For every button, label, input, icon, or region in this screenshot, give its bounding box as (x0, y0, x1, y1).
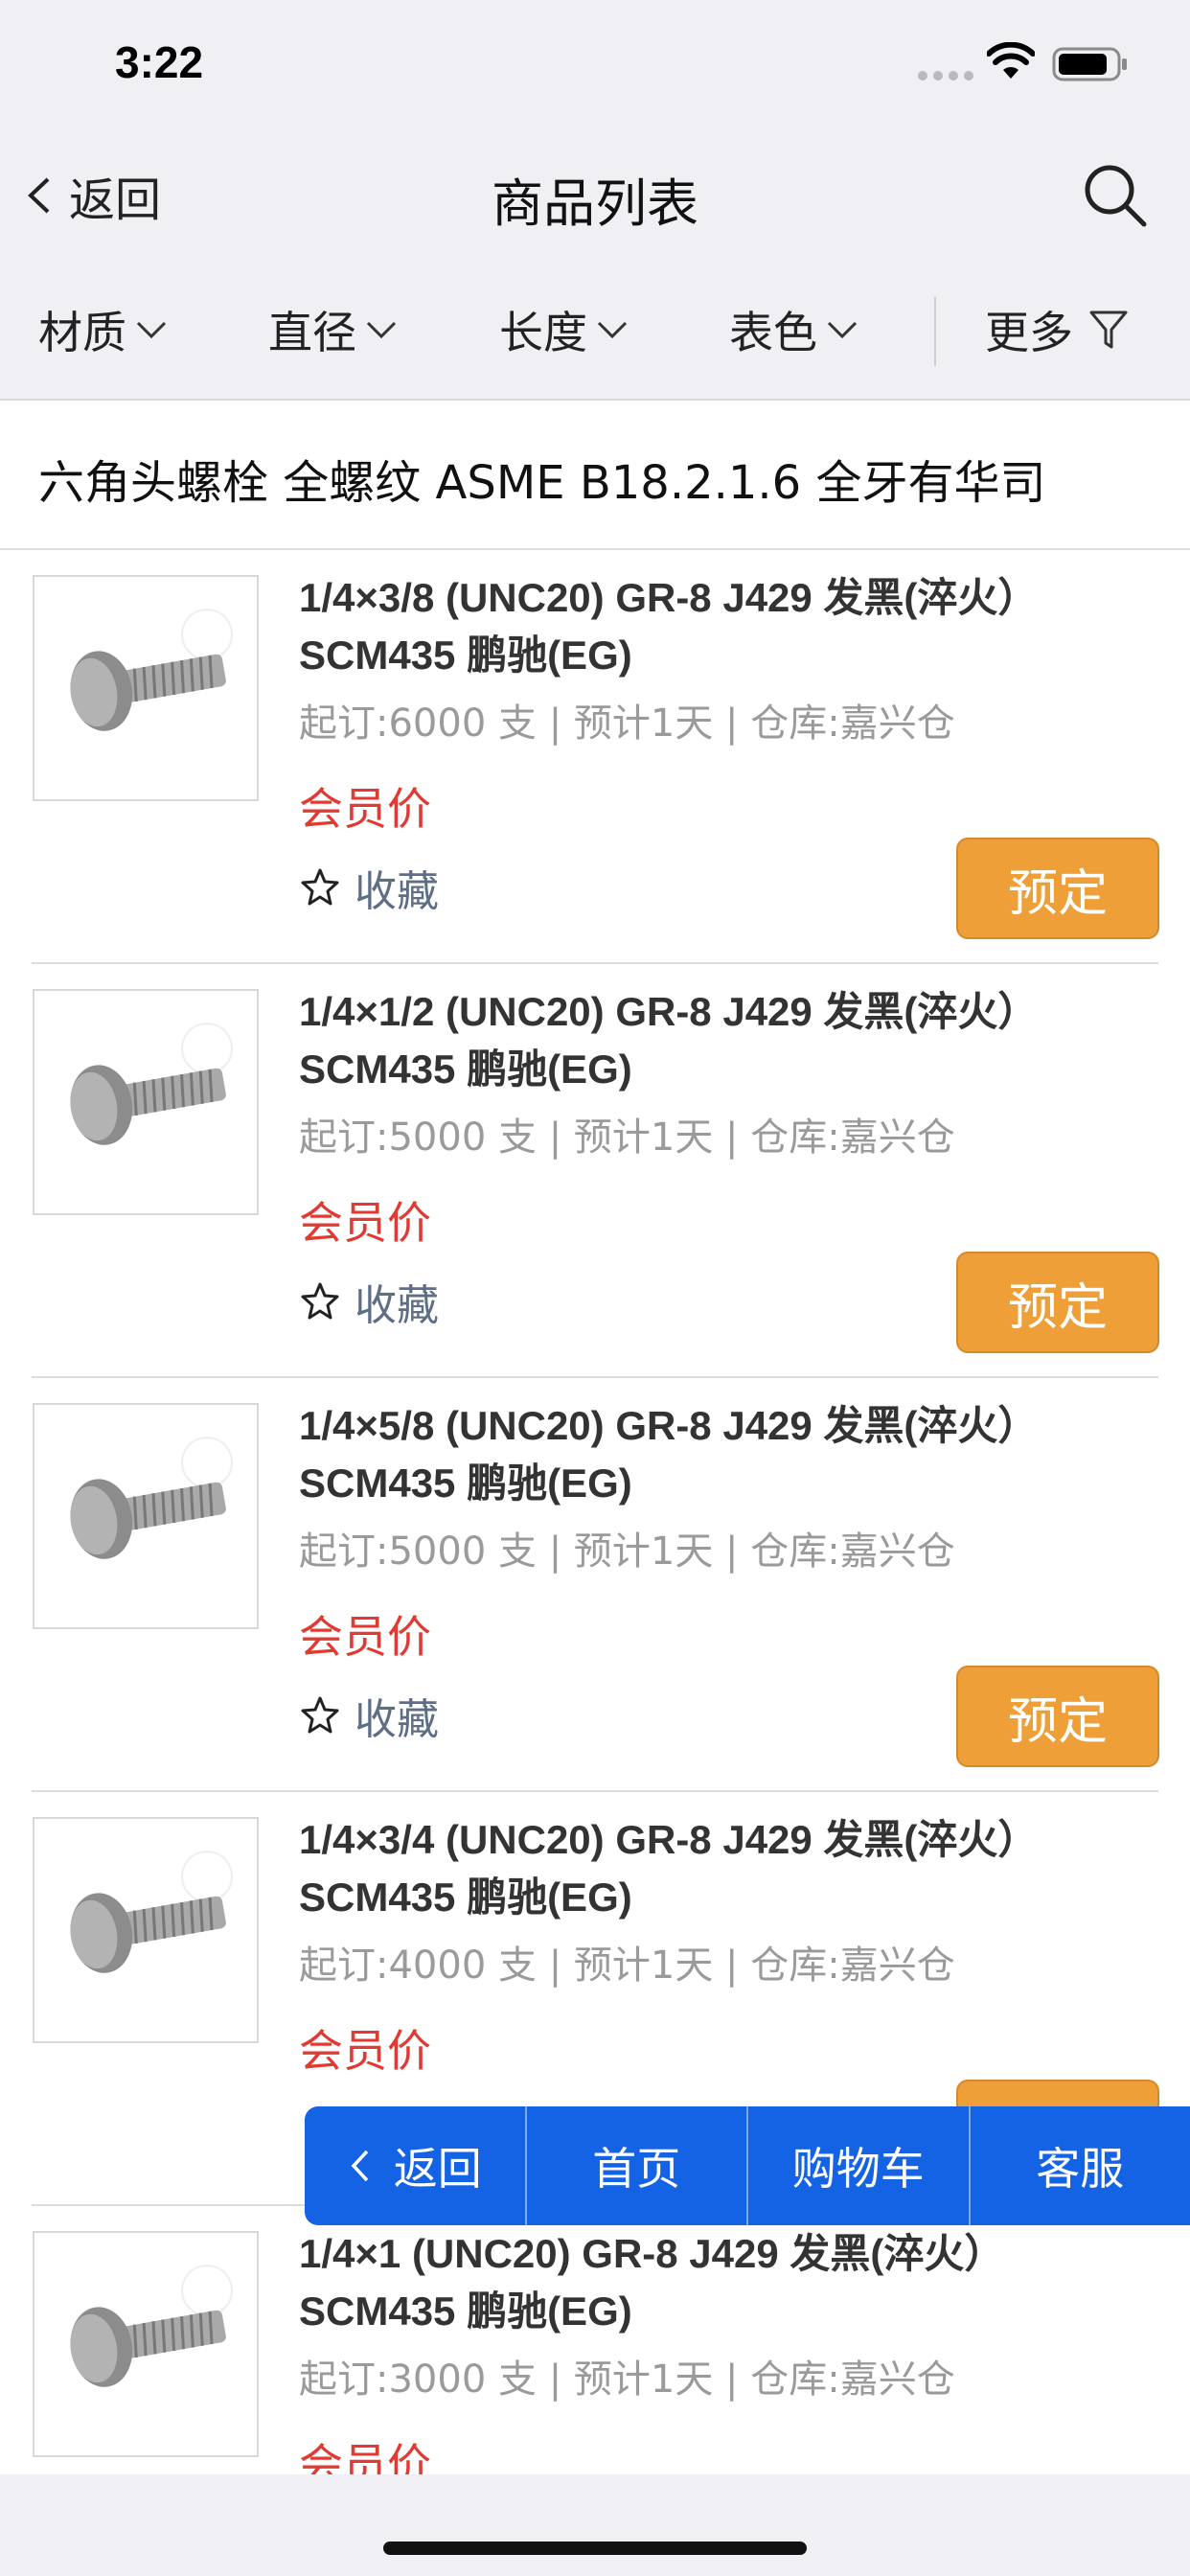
filter-surface-color[interactable]: 表色 (729, 301, 859, 358)
product-name[interactable]: 1/4×3/8 (UNC20) GR-8 J429 发黑(淬火）SCM435 鹏… (299, 569, 1094, 684)
reserve-button[interactable]: 预定 (956, 1666, 1159, 1767)
product-name[interactable]: 1/4×1 (UNC20) GR-8 J429 发黑(淬火）SCM435 鹏驰(… (299, 2225, 1094, 2340)
hex-bolt-icon (70, 2265, 233, 2387)
cellular-signal-icon (918, 71, 973, 80)
favorite-button[interactable]: 收藏 (299, 1687, 439, 1744)
member-price: 会员价 (299, 1197, 431, 1249)
product-image[interactable] (33, 2231, 259, 2457)
favorite-label: 收藏 (355, 867, 439, 916)
floating-nav: 返回 首页 购物车 客服 (305, 2106, 1190, 2225)
product-image[interactable] (33, 1403, 259, 1629)
product-image[interactable] (33, 575, 259, 801)
filter-material[interactable]: 材质 (38, 301, 169, 358)
float-home-button[interactable]: 首页 (524, 2106, 747, 2225)
product-item[interactable]: 1/4×3/8 (UNC20) GR-8 J429 发黑(淬火）SCM435 鹏… (0, 550, 1190, 964)
chevron-down-icon (827, 321, 858, 339)
chevron-down-icon (597, 321, 628, 339)
star-icon (301, 1282, 339, 1320)
page-title: 商品列表 (492, 173, 698, 234)
chevron-down-icon (366, 321, 397, 339)
category-header: 六角头螺栓 全螺纹 ASME B18.2.1.6 全牙有华司 (0, 401, 1190, 550)
product-meta: 起订:5000 支 | 预计1天 | 仓库:嘉兴仓 (299, 1116, 955, 1160)
more-filters-button[interactable]: 更多 (985, 301, 1129, 358)
status-time: 3:22 (115, 37, 204, 87)
product-image[interactable] (33, 1817, 259, 2043)
battery-icon (1052, 47, 1127, 81)
chevron-down-icon (136, 321, 167, 339)
chevron-left-icon (351, 2150, 369, 2182)
product-meta: 起订:5000 支 | 预计1天 | 仓库:嘉兴仓 (299, 1530, 955, 1574)
star-icon (301, 868, 339, 906)
hex-bolt-icon (70, 1851, 233, 1973)
bottom-bar (0, 2474, 1190, 2576)
product-item[interactable]: 1/4×1/2 (UNC20) GR-8 J429 发黑(淬火）SCM435 鹏… (0, 964, 1190, 1378)
product-name[interactable]: 1/4×3/4 (UNC20) GR-8 J429 发黑(淬火）SCM435 鹏… (299, 1811, 1094, 1926)
filter-diameter[interactable]: 直径 (268, 301, 399, 358)
nav-bar: 返回 商品列表 (0, 132, 1190, 261)
wifi-icon (987, 42, 1035, 79)
category-title: 六角头螺栓 全螺纹 ASME B18.2.1.6 全牙有华司 (38, 456, 1046, 510)
funnel-icon (1089, 310, 1128, 349)
favorite-button[interactable]: 收藏 (299, 859, 439, 916)
product-meta: 起订:4000 支 | 预计1天 | 仓库:嘉兴仓 (299, 1944, 955, 1988)
filter-length[interactable]: 长度 (499, 301, 629, 358)
member-price: 会员价 (299, 783, 431, 835)
hex-bolt-icon (70, 1437, 233, 1559)
float-service-button[interactable]: 客服 (968, 2106, 1190, 2225)
search-icon[interactable] (1081, 161, 1148, 228)
filter-label: 直径 (268, 307, 356, 358)
member-price: 会员价 (299, 2025, 431, 2077)
member-price: 会员价 (299, 1611, 431, 1663)
page: 3:22 返回 商品列表 材质 直径 长度 表色 更多 六角头螺栓 全螺纹 AS… (0, 0, 1190, 2576)
product-item[interactable]: 1/4×5/8 (UNC20) GR-8 J429 发黑(淬火）SCM435 鹏… (0, 1378, 1190, 1792)
more-label: 更多 (985, 307, 1073, 358)
home-indicator[interactable] (383, 2542, 807, 2555)
hex-bolt-icon (70, 1023, 233, 1145)
hex-bolt-icon (70, 609, 233, 731)
product-meta: 起订:3000 支 | 预计1天 | 仓库:嘉兴仓 (299, 2358, 955, 2402)
status-bar: 3:22 (0, 0, 1190, 132)
filter-label: 表色 (729, 307, 817, 358)
product-meta: 起订:6000 支 | 预计1天 | 仓库:嘉兴仓 (299, 702, 955, 746)
star-icon (301, 1696, 339, 1734)
float-back-label: 返回 (393, 2143, 482, 2195)
favorite-label: 收藏 (355, 1281, 439, 1330)
filter-label: 长度 (499, 307, 587, 358)
reserve-button[interactable]: 预定 (956, 838, 1159, 939)
filter-divider (934, 297, 936, 366)
float-back-button[interactable]: 返回 (305, 2106, 525, 2225)
float-cart-button[interactable]: 购物车 (746, 2106, 969, 2225)
favorite-label: 收藏 (355, 1695, 439, 1744)
product-name[interactable]: 1/4×5/8 (UNC20) GR-8 J429 发黑(淬火）SCM435 鹏… (299, 1397, 1094, 1512)
favorite-button[interactable]: 收藏 (299, 1273, 439, 1330)
product-image[interactable] (33, 989, 259, 1215)
filter-bar: 材质 直径 长度 表色 更多 (0, 261, 1190, 401)
product-name[interactable]: 1/4×1/2 (UNC20) GR-8 J429 发黑(淬火）SCM435 鹏… (299, 983, 1094, 1098)
reserve-button[interactable]: 预定 (956, 1252, 1159, 1353)
product-list: 1/4×3/8 (UNC20) GR-8 J429 发黑(淬火）SCM435 鹏… (0, 550, 1190, 2576)
filter-label: 材质 (38, 307, 126, 358)
